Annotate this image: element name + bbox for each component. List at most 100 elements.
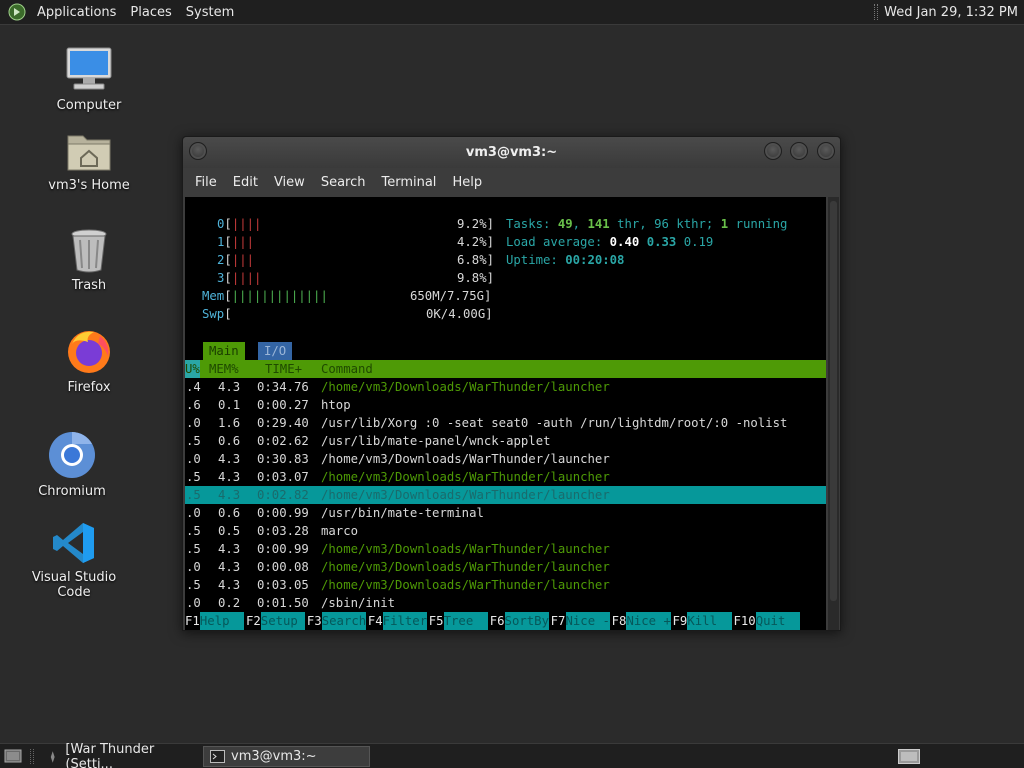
desktop-icon-label: vm3's Home: [48, 178, 130, 193]
time-cell: 0:02.62: [257, 434, 309, 448]
desktop-icon-computer[interactable]: Computer: [29, 44, 149, 113]
desktop-icon-chromium[interactable]: Chromium: [12, 430, 132, 499]
window-titlebar[interactable]: vm3@vm3:~: [183, 137, 840, 168]
menu-help[interactable]: Help: [444, 175, 490, 190]
desktop-icon-vscode[interactable]: Visual Studio Code: [14, 520, 134, 600]
fkey-f10[interactable]: F10: [733, 612, 755, 630]
fkey-label[interactable]: Help: [199, 612, 245, 630]
process-row[interactable]: .5 4.3 0:00.99/home/vm3/Downloads/WarThund…: [185, 540, 826, 558]
command-cell: /home/vm3/Downloads/WarThunder/launcher: [321, 470, 610, 484]
process-row[interactable]: .0 0.2 0:01.50/sbin/init: [185, 594, 826, 612]
fkey-label[interactable]: SortBy: [504, 612, 550, 630]
tab-main[interactable]: Main: [203, 342, 245, 360]
command-cell: /home/vm3/Downloads/WarThunder/launcher: [321, 542, 610, 556]
cpu-cell: .4: [186, 380, 201, 394]
desktop-icon-label: Chromium: [38, 484, 106, 499]
workspace-switcher-icon[interactable]: [898, 749, 920, 764]
fkey-label[interactable]: Tree: [443, 612, 489, 630]
desktop-icon-trash[interactable]: Trash: [29, 228, 149, 293]
command-cell: /sbin/init: [321, 596, 396, 610]
menu-view[interactable]: View: [266, 175, 313, 190]
process-row[interactable]: .0 1.6 0:29.40/usr/lib/Xorg :0 -seat seat0…: [185, 414, 826, 432]
mem-cell: 4.3: [218, 542, 241, 556]
fkey-label[interactable]: Quit: [755, 612, 801, 630]
fkey-label[interactable]: Search: [321, 612, 367, 630]
mem-cell: 0.6: [218, 434, 241, 448]
mem-cell: 4.3: [218, 560, 241, 574]
fkey-f8[interactable]: F8: [612, 612, 627, 630]
time-cell: 0:03.28: [257, 524, 309, 538]
cpu-cell: .5: [186, 470, 201, 484]
cpu-cell: .0: [186, 416, 201, 430]
mem-cell: 4.3: [218, 578, 241, 592]
cpu-percent: 4.2%]: [457, 235, 495, 249]
fkey-f3[interactable]: F3: [307, 612, 322, 630]
terminal-window[interactable]: vm3@vm3:~ File Edit View Search Terminal…: [182, 136, 841, 631]
time-cell: 0:00.99: [257, 506, 309, 520]
process-row[interactable]: .5 4.3 0:03.05/home/vm3/Downloads/WarThund…: [185, 576, 826, 594]
tab-io[interactable]: I/O: [258, 342, 293, 360]
mem-cell: 0.5: [218, 524, 241, 538]
fkey-label[interactable]: Filter: [382, 612, 428, 630]
fkey-f9[interactable]: F9: [673, 612, 688, 630]
terminal-scrollbar[interactable]: [828, 197, 839, 630]
cpu-cell: .0: [186, 506, 201, 520]
chromium-icon: [49, 432, 95, 478]
process-row[interactable]: .5 0.5 0:03.28 marco: [185, 522, 826, 540]
terminal-screen[interactable]: 0[|||| 9.2%] 1[||| 4.2%] 2[||| 6.8%] 3[|…: [185, 197, 826, 630]
fkey-f7[interactable]: F7: [551, 612, 566, 630]
fkey-f4[interactable]: F4: [368, 612, 383, 630]
panel-handle: [30, 749, 34, 764]
fkey-f2[interactable]: F2: [246, 612, 261, 630]
fkey-f1[interactable]: F1: [185, 612, 200, 630]
process-row[interactable]: .5 0.6 0:02.62/usr/lib/mate-panel/wnck-app…: [185, 432, 826, 450]
command-cell: /home/vm3/Downloads/WarThunder/launcher: [321, 560, 610, 574]
fkey-label[interactable]: Setup: [260, 612, 306, 630]
taskbar-item[interactable]: [War Thunder (Setti...: [40, 742, 200, 768]
fkey-label[interactable]: Nice -: [565, 612, 611, 630]
fkey-f5[interactable]: F5: [429, 612, 444, 630]
col-mem-header[interactable]: MEM%: [209, 360, 239, 378]
menu-file[interactable]: File: [187, 175, 225, 190]
fkey-label[interactable]: Kill: [687, 612, 732, 630]
process-row[interactable]: .0 4.3 0:00.08/home/vm3/Downloads/WarThund…: [185, 558, 826, 576]
process-row-selected[interactable]: .5 4.3 0:02.82/home/vm3/Downloads/WarThund…: [185, 486, 826, 504]
cpu-cell: .0: [186, 560, 201, 574]
time-cell: 0:00.08: [257, 560, 309, 574]
process-row[interactable]: .6 0.1 0:00.27 htop: [185, 396, 826, 414]
scrollbar-thumb[interactable]: [830, 201, 837, 601]
cpu-percent: 9.8%]: [457, 271, 495, 285]
places-menu[interactable]: Places: [123, 0, 178, 25]
maximize-button[interactable]: [790, 142, 808, 160]
applications-menu[interactable]: Applications: [30, 0, 123, 25]
fkey-f6[interactable]: F6: [490, 612, 505, 630]
desktop-icon-home[interactable]: vm3's Home: [29, 128, 149, 193]
menu-search[interactable]: Search: [313, 175, 374, 190]
process-row[interactable]: .5 4.3 0:03.07/home/vm3/Downloads/WarThund…: [185, 468, 826, 486]
system-menu[interactable]: System: [179, 0, 241, 25]
fkey-label[interactable]: Nice +: [626, 612, 672, 630]
col-cpu-header[interactable]: U%: [185, 360, 200, 378]
command-cell: /usr/bin/mate-terminal: [321, 506, 484, 520]
cpu-meter: 0[||||: [217, 217, 262, 231]
firefox-icon: [68, 331, 110, 373]
menu-terminal[interactable]: Terminal: [373, 175, 444, 190]
process-row[interactable]: .0 0.6 0:00.99/usr/bin/mate-terminal: [185, 504, 826, 522]
mate-logo-icon[interactable]: [8, 3, 26, 21]
minimize-button[interactable]: [764, 142, 782, 160]
mem-cell: 0.1: [218, 398, 241, 412]
col-time-header[interactable]: TIME+: [265, 360, 302, 378]
desktop-icon-firefox[interactable]: Firefox: [29, 326, 149, 395]
close-button[interactable]: [817, 142, 835, 160]
taskbar-item-active[interactable]: vm3@vm3:~: [203, 746, 370, 767]
show-desktop-icon[interactable]: [4, 748, 22, 764]
clock[interactable]: Wed Jan 29, 1:32 PM: [884, 5, 1024, 20]
process-row[interactable]: .4 4.3 0:34.76/home/vm3/Downloads/WarThund…: [185, 378, 826, 396]
desktop-icon-label: Visual Studio Code: [31, 570, 117, 600]
terminal-icon: [210, 750, 225, 763]
tasks-info: Tasks: 49, 141 thr, 96 kthr; 1 running: [506, 217, 788, 231]
taskbar-item-label: [War Thunder (Setti...: [65, 741, 155, 768]
process-row[interactable]: .0 4.3 0:30.83/home/vm3/Downloads/WarThund…: [185, 450, 826, 468]
menu-edit[interactable]: Edit: [225, 175, 266, 190]
col-command-header[interactable]: Command: [321, 360, 373, 378]
